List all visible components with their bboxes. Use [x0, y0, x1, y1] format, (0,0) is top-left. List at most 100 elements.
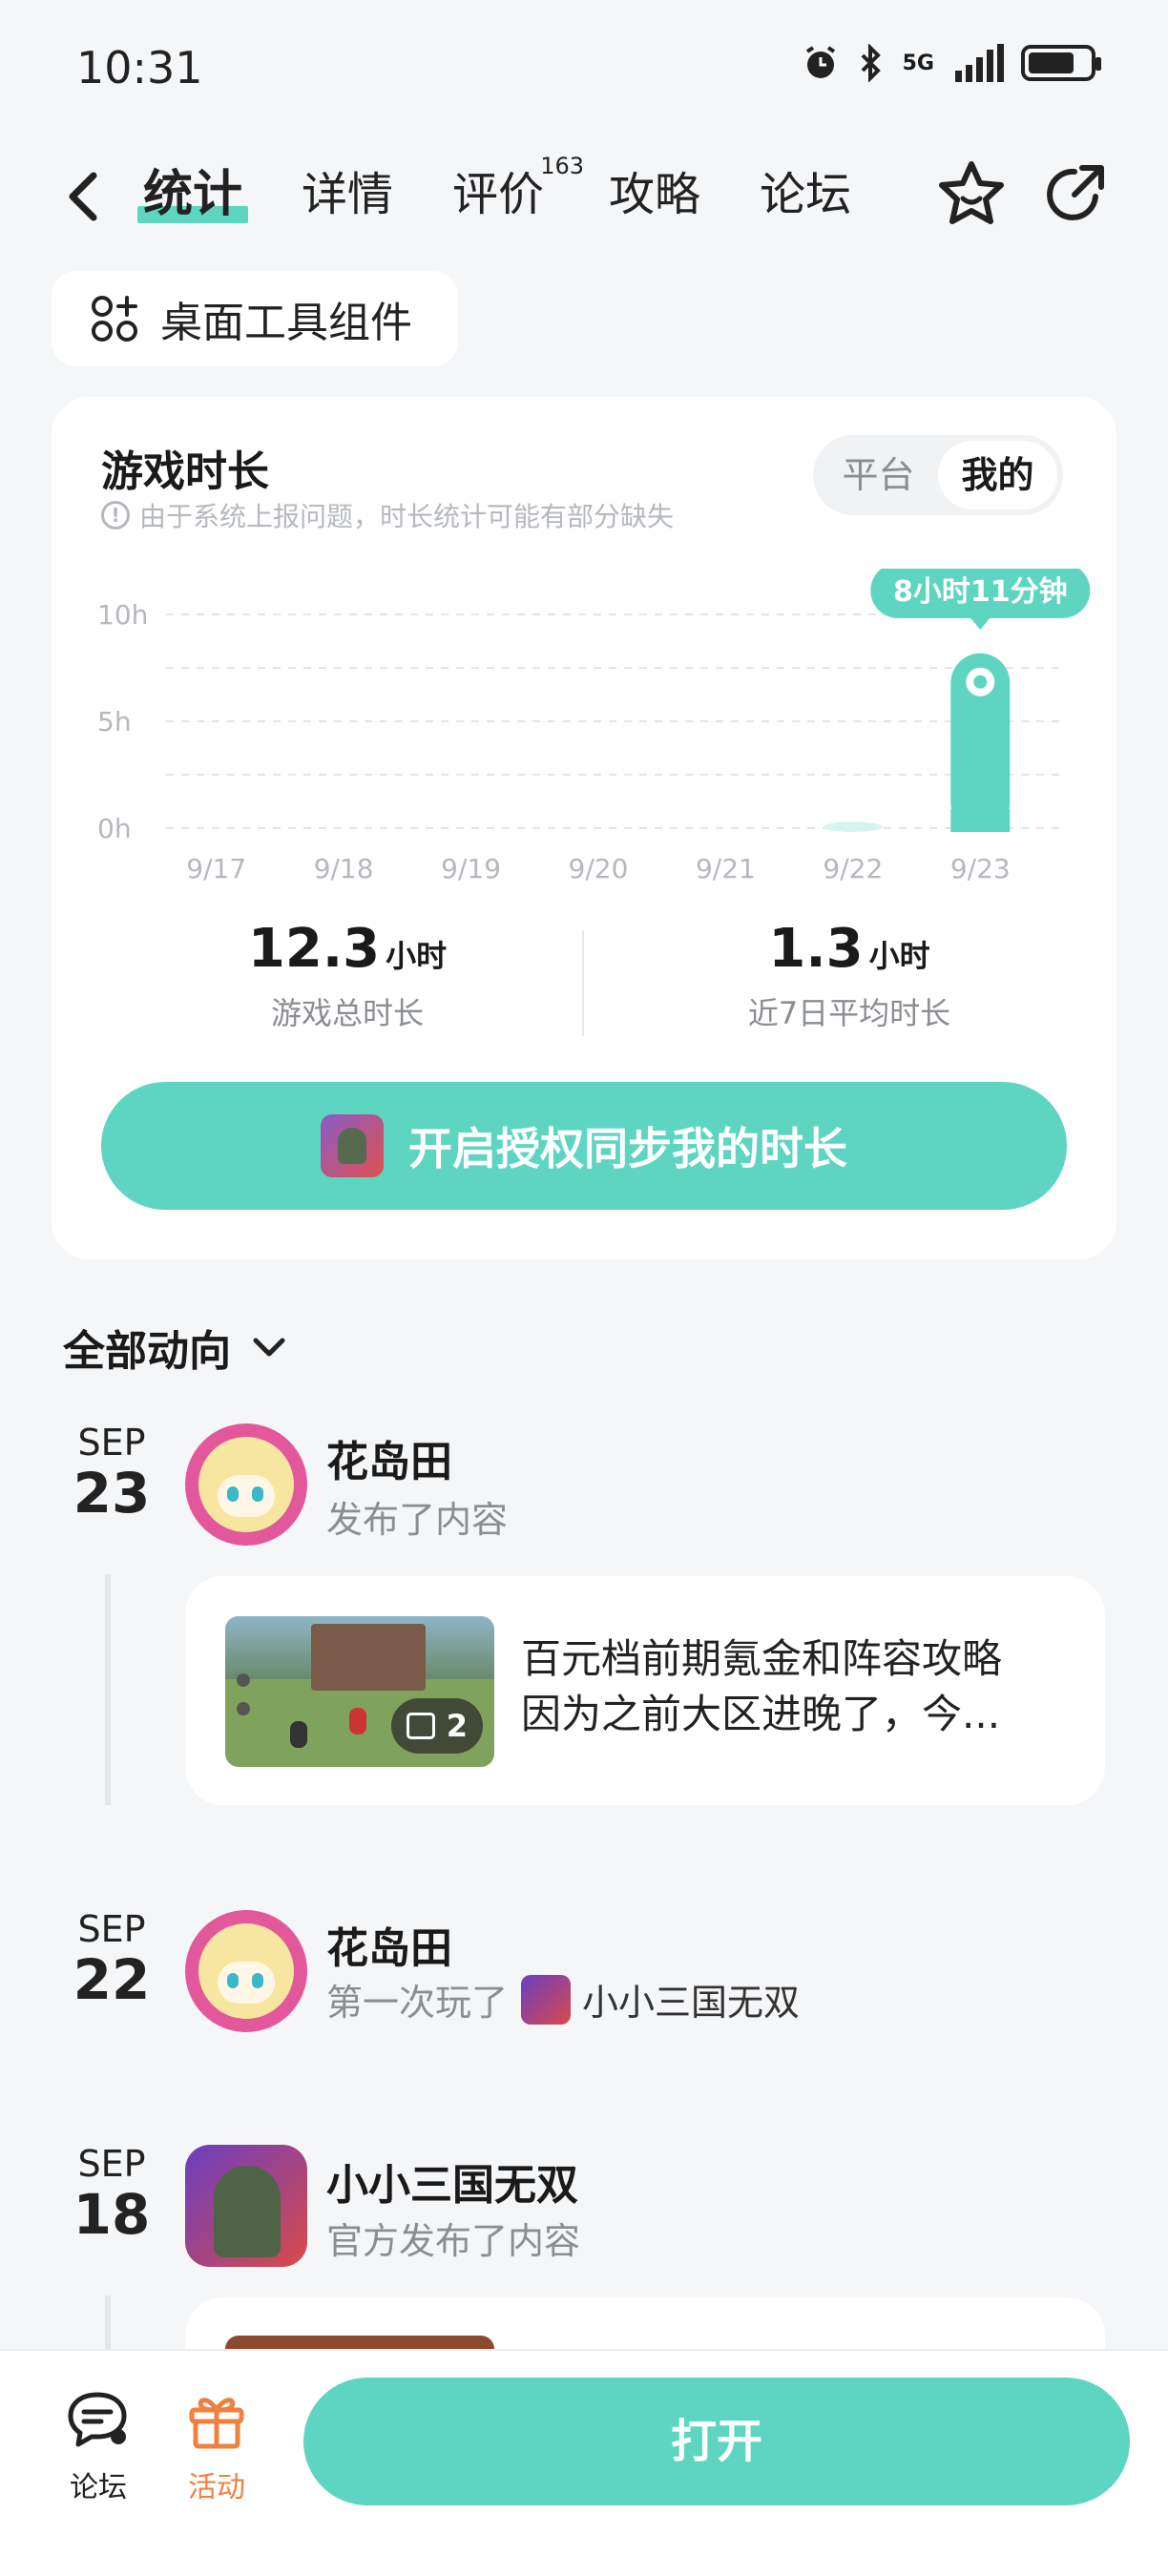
y-tick-label: 10h [97, 599, 148, 631]
feed-action: 第一次玩了 小小三国无双 [326, 1973, 800, 2025]
feed-action-text: 官方发布了内容 [326, 2220, 581, 2262]
x-tick-label: 9/20 [569, 853, 629, 884]
tooltip-label: 8小时11分钟 [893, 575, 1068, 609]
tab-forum-label: 论坛 [760, 168, 852, 221]
feed-user-name[interactable]: 小小三国无双 [326, 2150, 578, 2212]
bluetooth-icon [861, 44, 881, 82]
x-tick-label: 9/19 [441, 853, 501, 884]
post-text: 百元档前期氪金和阵容攻略 因为之前大区进晚了，今... [521, 1631, 1074, 1742]
share-icon [1047, 165, 1104, 220]
total-time-value: 12.3 [247, 918, 381, 980]
feed-filter[interactable]: 全部动向 [63, 1317, 288, 1378]
tab-guides[interactable]: 攻略 [609, 160, 700, 229]
forum-icon [68, 2392, 127, 2447]
feed-user-name[interactable]: 花岛田 [326, 1914, 452, 1975]
timeline-line [105, 2296, 111, 2353]
tooltip-pointer [970, 618, 991, 630]
header-tabs: 统计 详情 评价 163 攻略 论坛 [136, 155, 910, 229]
back-button[interactable] [59, 162, 107, 229]
playtime-card: 游戏时长 ! 由于系统上报问题，时长统计可能有部分缺失 平台 我的 10h 5h 0… [52, 397, 1116, 1259]
feed-action: 发布了内容 [326, 1490, 508, 1543]
bottom-bar: 论坛 活动 打开 [0, 2349, 1168, 2576]
divider [582, 931, 584, 1036]
game-icon [321, 1114, 384, 1177]
avatar[interactable] [185, 1423, 307, 1546]
feed-title: 全部动向 [63, 1327, 231, 1376]
desktop-widget-button[interactable]: 桌面工具组件 [52, 271, 458, 366]
battery-icon [1021, 45, 1101, 81]
data-note-text: 由于系统上报问题，时长统计可能有部分缺失 [139, 501, 675, 532]
chart-bar-base [950, 809, 1011, 832]
desktop-widget-label: 桌面工具组件 [160, 299, 412, 347]
feed-month: SEP [77, 1422, 146, 1464]
feed-action-text: 第一次玩了 [326, 1982, 509, 2024]
info-icon: ! [101, 501, 130, 530]
tab-guides-label: 攻略 [609, 168, 701, 221]
average-time-caption: 近7日平均时长 [747, 995, 951, 1031]
post-thumbnail: 2 [225, 1616, 494, 1767]
x-tick-label: 9/21 [696, 853, 756, 884]
game-icon [521, 1974, 572, 2025]
toggle-platform[interactable]: 平台 [819, 441, 938, 509]
total-time-unit: 小时 [386, 938, 448, 974]
authorize-sync-button[interactable]: 开启授权同步我的时长 [101, 1082, 1067, 1210]
average-time-value: 1.3 [768, 918, 864, 980]
avatar[interactable] [185, 1910, 307, 2032]
feed-date: SEP 22 [69, 1908, 155, 2011]
tab-stats-label: 统计 [143, 166, 243, 223]
network-type: 5G [902, 51, 934, 75]
playtime-chart: 10h 5h 0h 9/17 9/18 9/19 9/20 9/21 9/22 8小时11分钟 9/… [97, 569, 1091, 884]
feed-day: 18 [73, 2182, 151, 2247]
tab-stats[interactable]: 统计 [136, 160, 249, 229]
event-nav-label: 活动 [188, 2471, 245, 2504]
bar-marker-inner [973, 675, 988, 689]
chart-bar [823, 821, 883, 832]
post-card[interactable]: 2 百元档前期氪金和阵容攻略 因为之前大区进晚了，今... [185, 1576, 1105, 1805]
feed-action: 官方发布了内容 [326, 2212, 580, 2264]
feed-month: SEP [77, 1908, 146, 1950]
total-time-caption: 游戏总时长 [270, 995, 424, 1031]
timeline-line [105, 1574, 111, 1805]
tab-details-label: 详情 [302, 168, 394, 221]
favorite-button[interactable] [935, 158, 1008, 231]
x-tick-label: 9/17 [186, 853, 246, 884]
image-count-badge: 2 [390, 1698, 483, 1754]
feed-date: SEP 23 [69, 1422, 155, 1525]
feed-month: SEP [77, 2143, 146, 2185]
event-nav[interactable]: 活动 [164, 2389, 269, 2505]
share-button[interactable] [1040, 160, 1109, 229]
forum-nav[interactable]: 论坛 [46, 2389, 151, 2505]
signal-icon [955, 44, 1004, 82]
chevron-left-icon [69, 172, 97, 221]
feed-user-name[interactable]: 花岛田 [326, 1427, 452, 1488]
feed-day: 23 [73, 1461, 151, 1526]
feed-game-name[interactable]: 小小三国无双 [582, 1973, 800, 2025]
y-tick-label: 0h [97, 813, 132, 844]
card-title: 游戏时长 [101, 447, 269, 496]
average-time-unit: 小时 [868, 938, 930, 974]
tab-reviews-label: 评价 [452, 168, 545, 221]
status-icons: 5G [802, 44, 1101, 82]
widgets-icon [92, 296, 137, 342]
chevron-down-icon [253, 1338, 285, 1357]
star-face-icon [939, 161, 1004, 224]
feed-action-text: 发布了内容 [326, 1499, 509, 1541]
feed-date: SEP 18 [69, 2143, 155, 2246]
image-count: 2 [446, 1708, 468, 1744]
authorize-sync-label: 开启授权同步我的时长 [408, 1123, 847, 1174]
post-excerpt: 因为之前大区进晚了，今... [521, 1691, 1001, 1737]
toggle-mine[interactable]: 我的 [938, 441, 1057, 509]
game-avatar[interactable] [185, 2145, 307, 2267]
forum-nav-label: 论坛 [70, 2471, 127, 2504]
alarm-icon [805, 46, 835, 78]
post-title: 百元档前期氪金和阵容攻略 [521, 1635, 1003, 1682]
gift-icon [189, 2398, 244, 2449]
image-icon [406, 1713, 435, 1739]
tab-forum[interactable]: 论坛 [760, 160, 851, 229]
open-game-button[interactable]: 打开 [303, 2378, 1130, 2505]
feed-day: 22 [73, 1947, 151, 2012]
source-toggle: 平台 我的 [813, 435, 1063, 515]
tab-details[interactable]: 详情 [302, 160, 393, 229]
tab-reviews[interactable]: 评价 163 [452, 155, 584, 229]
data-note: ! 由于系统上报问题，时长统计可能有部分缺失 [101, 496, 674, 534]
